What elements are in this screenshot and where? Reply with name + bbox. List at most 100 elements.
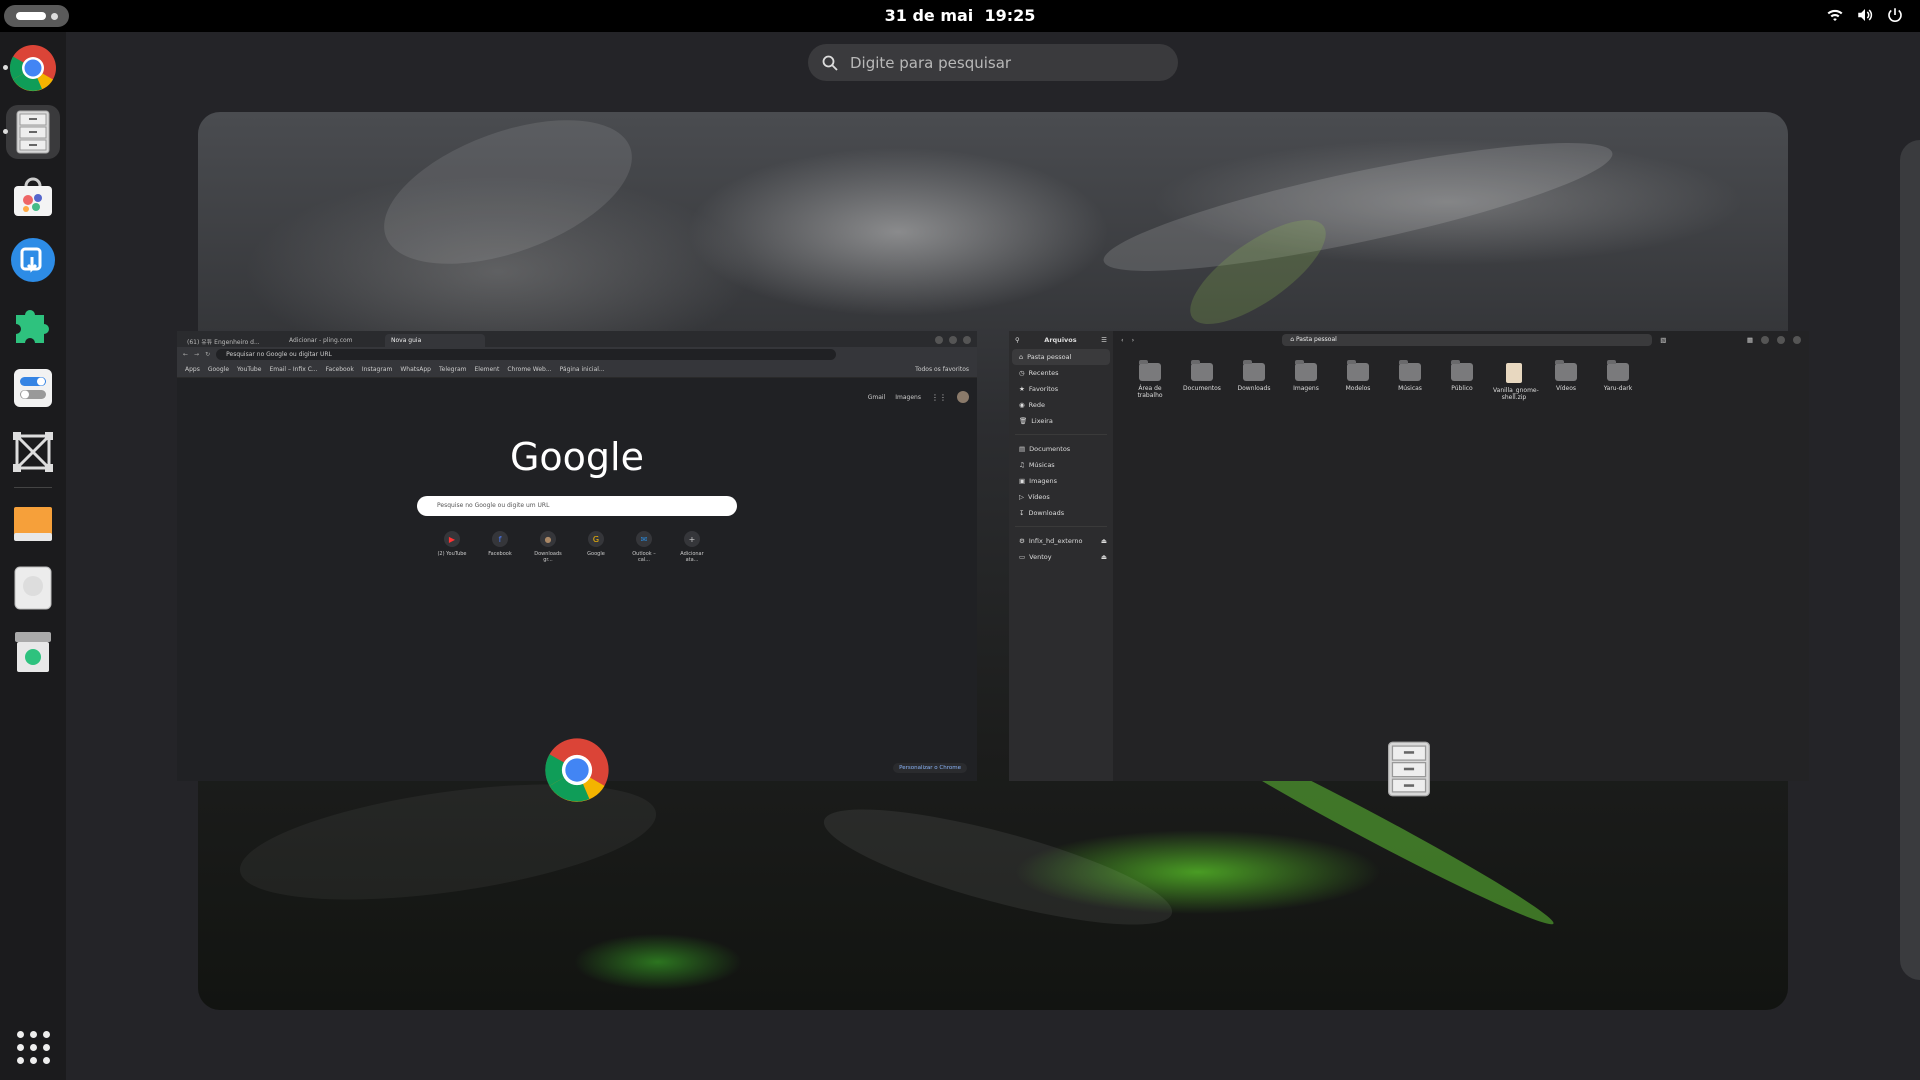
file-item[interactable]: Músicas — [1389, 360, 1431, 401]
dash-item-trash[interactable] — [6, 625, 60, 679]
file-item[interactable]: Yaru-dark — [1597, 360, 1639, 401]
menu-icon[interactable]: ☰ — [1101, 336, 1107, 344]
path-bar[interactable]: ⌂ Pasta pessoal — [1282, 334, 1653, 346]
chrome-toolbar: ← → ↻ Pesquisar no Google ou digitar URL — [177, 347, 977, 362]
shortcut[interactable]: ▶ (2) YouTube — [437, 531, 467, 563]
new-tab-icon[interactable]: ▧ — [1660, 336, 1666, 344]
forward-icon[interactable]: → — [194, 351, 199, 358]
bookmark[interactable]: Google — [208, 366, 229, 373]
bookmark[interactable]: Telegram — [439, 366, 467, 373]
back-icon[interactable]: ‹ — [1121, 336, 1124, 344]
network-icon: ◉ — [1019, 401, 1025, 409]
google-search-box[interactable]: Pesquise no Google ou digite um URL — [417, 496, 737, 516]
shortcut[interactable]: G Google — [581, 531, 611, 563]
file-item[interactable]: Vídeos — [1545, 360, 1587, 401]
sidebar-item-label: Vídeos — [1028, 493, 1050, 501]
sidebar-item-network[interactable]: ◉ Rede — [1009, 397, 1113, 413]
maximize-button[interactable] — [949, 336, 957, 344]
sidebar-item-label: Infix_hd_externo — [1028, 537, 1083, 545]
close-button[interactable] — [963, 336, 971, 344]
omnibox[interactable]: Pesquisar no Google ou digitar URL — [216, 349, 837, 360]
view-icon[interactable]: ▦ — [1747, 336, 1753, 344]
bookmark[interactable]: Email – Infix C... — [269, 366, 317, 373]
sidebar-item-music[interactable]: ♫ Músicas — [1009, 457, 1113, 473]
sidebar-item-device[interactable]: ⚙ Infix_hd_externo ⏏ — [1009, 533, 1113, 549]
all-bookmarks[interactable]: Todos os favoritos — [915, 366, 969, 373]
dash-item-drive[interactable] — [6, 497, 60, 551]
system-tray[interactable] — [1826, 6, 1904, 24]
sidebar-item-starred[interactable]: ★ Favoritos — [1009, 381, 1113, 397]
dash-item-files[interactable] — [3, 105, 60, 159]
file-label: Público — [1451, 385, 1473, 392]
file-item[interactable]: Vanilla_gnome-shell.zip — [1493, 363, 1539, 401]
forward-icon[interactable]: › — [1132, 336, 1135, 344]
shortcut[interactable]: ✉ Outlook – cal... — [629, 531, 659, 563]
sidebar-item-recent[interactable]: ◷ Recentes — [1009, 365, 1113, 381]
search-input[interactable] — [850, 53, 1150, 72]
file-item[interactable]: Imagens — [1285, 360, 1327, 401]
shortcut-label: Google — [587, 551, 605, 557]
file-item[interactable]: Área de trabalho — [1129, 360, 1171, 401]
dash-item-screen-recorder[interactable] — [6, 233, 60, 287]
dash-item-software-store[interactable] — [6, 169, 60, 223]
customize-chrome-button[interactable]: Personalizar o Chrome — [893, 763, 967, 773]
chrome-window-app-icon — [544, 737, 610, 807]
folder-icon — [1191, 360, 1213, 381]
dash-item-tweaks[interactable] — [6, 361, 60, 415]
sidebar-item-home[interactable]: ⌂ Pasta pessoal — [1012, 349, 1110, 365]
apps-grid-icon[interactable]: ⋮⋮ — [931, 393, 947, 402]
dash-item-chrome[interactable] — [3, 41, 60, 95]
file-item[interactable]: Modelos — [1337, 360, 1379, 401]
file-label: Yaru-dark — [1603, 385, 1633, 392]
bookmark[interactable]: Element — [474, 366, 499, 373]
close-button[interactable] — [1793, 336, 1801, 344]
clock-button[interactable]: 31 de mai 19:25 — [885, 6, 1036, 25]
sidebar-item-trash[interactable]: 🗑 Lixeira — [1009, 413, 1113, 429]
next-workspace-peek[interactable] — [1900, 140, 1920, 980]
drive-icon: ▭ — [1019, 553, 1026, 561]
eject-icon[interactable]: ⏏ — [1101, 537, 1107, 545]
file-item[interactable]: Documentos — [1181, 360, 1223, 401]
sidebar-item-pictures[interactable]: ▣ Imagens — [1009, 473, 1113, 489]
dash-item-disk[interactable] — [6, 561, 60, 615]
gmail-link[interactable]: Gmail — [868, 394, 886, 401]
file-item[interactable]: Público — [1441, 360, 1483, 401]
eject-icon[interactable]: ⏏ — [1101, 553, 1107, 561]
add-icon: + — [684, 531, 700, 547]
minimize-button[interactable] — [1761, 336, 1769, 344]
bookmark[interactable]: Apps — [185, 366, 200, 373]
bookmark[interactable]: Página inicial... — [560, 366, 605, 373]
chrome-tab[interactable]: (61) 유튜 Engenheiro d... — [181, 334, 281, 347]
dash-item-extensions[interactable] — [6, 297, 60, 351]
sidebar-item-downloads[interactable]: ↧ Downloads — [1009, 505, 1113, 521]
chrome-window-preview[interactable]: (61) 유튜 Engenheiro d... Adicionar - plin… — [177, 331, 977, 781]
bookmark[interactable]: YouTube — [237, 366, 261, 373]
bookmark[interactable]: WhatsApp — [400, 366, 431, 373]
dash-item-vector-editor[interactable] — [6, 425, 60, 479]
bookmark[interactable]: Chrome Web... — [507, 366, 551, 373]
bookmark[interactable]: Facebook — [326, 366, 354, 373]
avatar[interactable] — [957, 391, 969, 403]
sidebar-item-device[interactable]: ▭ Ventoy ⏏ — [1009, 549, 1113, 565]
sidebar-item-videos[interactable]: ▷ Vídeos — [1009, 489, 1113, 505]
shortcut[interactable]: + Adicionar ata... — [677, 531, 707, 563]
images-link[interactable]: Imagens — [895, 394, 921, 401]
bookmark[interactable]: Instagram — [362, 366, 393, 373]
files-window-preview[interactable]: ⚲ Arquivos ☰ ⌂ Pasta pessoal ◷ Recentes ★ F… — [1009, 331, 1809, 781]
reload-icon[interactable]: ↻ — [205, 351, 210, 358]
maximize-button[interactable] — [1777, 336, 1785, 344]
overview-search[interactable] — [808, 44, 1178, 81]
search-icon[interactable]: ⚲ — [1015, 336, 1020, 344]
minimize-button[interactable] — [935, 336, 943, 344]
chrome-tab[interactable]: Adicionar - pling.com — [283, 334, 383, 347]
shortcut[interactable]: ● Downloads gr... — [533, 531, 563, 563]
sidebar-item-documents[interactable]: ▤ Documentos — [1009, 441, 1113, 457]
file-item[interactable]: Downloads — [1233, 360, 1275, 401]
activities-button[interactable] — [4, 5, 69, 27]
chrome-tab-active[interactable]: Nova guia — [385, 334, 485, 347]
path-label: Pasta pessoal — [1295, 336, 1337, 343]
shortcut[interactable]: f Facebook — [485, 531, 515, 563]
show-apps-button[interactable] — [13, 1027, 53, 1067]
running-indicator — [3, 65, 8, 70]
back-icon[interactable]: ← — [183, 351, 188, 358]
